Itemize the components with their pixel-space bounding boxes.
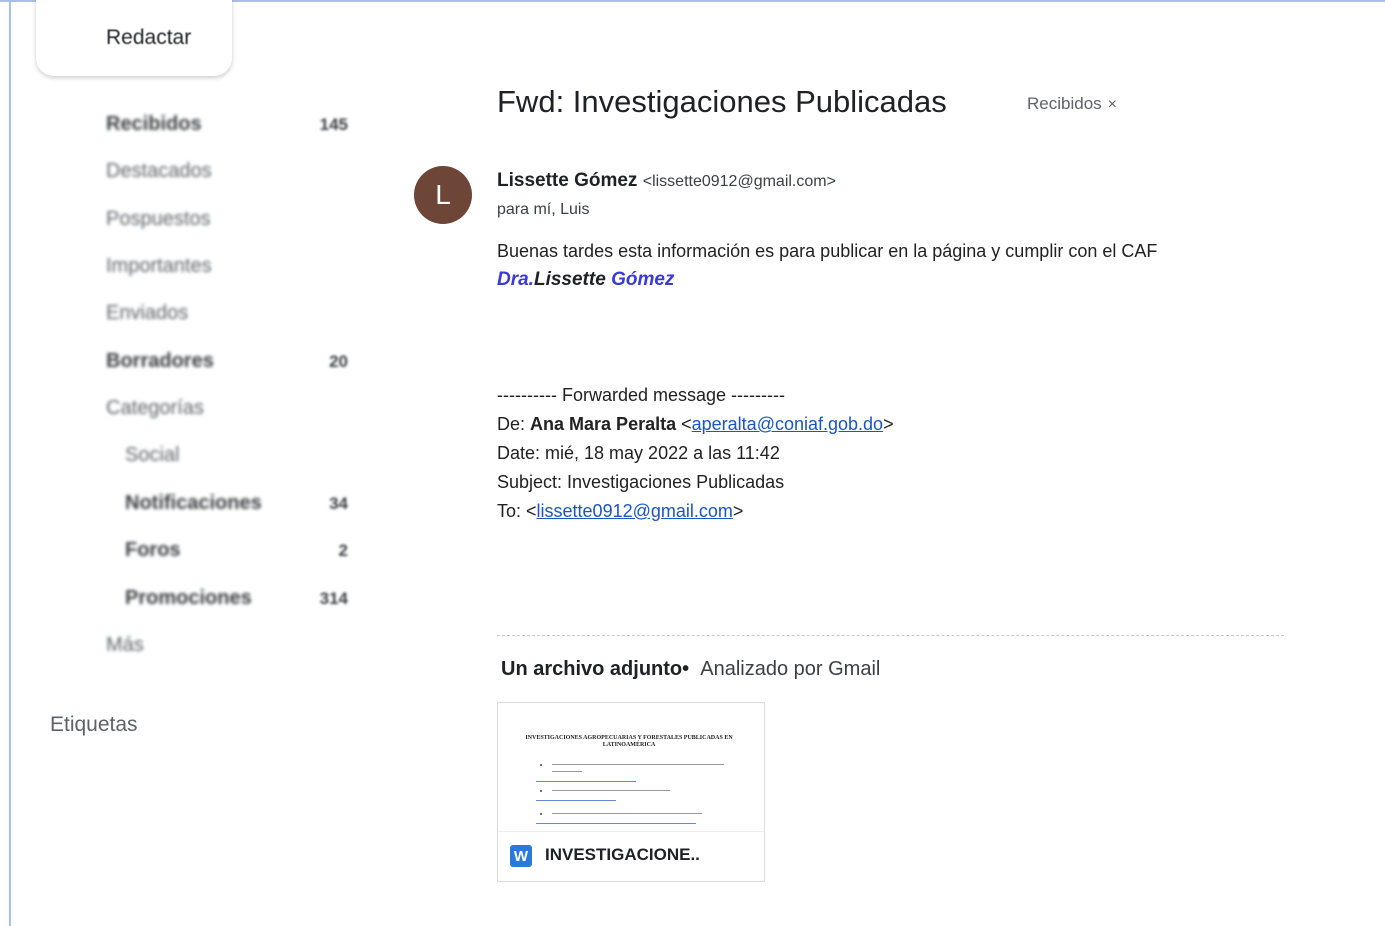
label-chip[interactable]: Recibidos × xyxy=(1027,94,1117,114)
attachment-file-name[interactable]: INVESTIGACIONE.. xyxy=(545,845,700,865)
attachments-scan-label: Analizado por Gmail xyxy=(700,658,881,680)
label-chip-text: Recibidos xyxy=(1027,94,1102,113)
email-subject: Fwd: Investigaciones Publicadas xyxy=(497,84,947,119)
forwarded-from-label: De: xyxy=(497,414,526,434)
labels-heading: Etiquetas xyxy=(50,713,138,736)
sidebar-item-label[interactable]: Foros xyxy=(125,539,181,562)
close-icon[interactable]: × xyxy=(1108,96,1117,113)
sidebar-item-label[interactable]: Borradores xyxy=(106,350,214,373)
sidebar-item-label[interactable]: Recibidos xyxy=(106,113,202,136)
sidebar-item-label[interactable]: Más xyxy=(106,634,144,657)
preview-text-line xyxy=(552,790,670,791)
preview-text-line xyxy=(552,764,724,765)
preview-text-line xyxy=(552,771,582,772)
forwarded-from-lt: < xyxy=(681,414,692,434)
preview-text-line xyxy=(552,813,702,814)
sidebar-item-count: 20 xyxy=(329,352,348,371)
sidebar-item-label[interactable]: Destacados xyxy=(106,160,212,183)
sidebar-item-label[interactable]: Importantes xyxy=(106,255,212,278)
forwarded-subject: Subject: Investigaciones Publicadas xyxy=(497,472,785,492)
preview-link-line xyxy=(536,800,616,801)
forwarded-separator: ---------- Forwarded message --------- xyxy=(497,385,785,405)
preview-bullet xyxy=(540,813,542,815)
forwarded-to-email-link[interactable]: lissette0912@gmail.com xyxy=(537,501,733,521)
sidebar-item-count: 145 xyxy=(319,115,348,134)
attachments-divider xyxy=(497,635,1284,636)
sidebar-item-label[interactable]: Social xyxy=(125,444,179,467)
attachments-heading: Un archivo adjunto• Analizado por Gmail xyxy=(501,658,880,681)
forwarded-from-gt: > xyxy=(883,414,894,434)
word-document-icon: W xyxy=(510,845,532,867)
sender-line: Lissette Gómez <lissette0912@gmail.com> xyxy=(497,170,836,192)
preview-link-line xyxy=(536,781,636,782)
forwarded-to-gt: > xyxy=(732,501,744,521)
attachments-separator: • xyxy=(682,658,690,680)
sidebar-item-label[interactable]: Enviados xyxy=(106,302,188,325)
email-body-text: Buenas tardes esta información es para p… xyxy=(497,241,1158,261)
forwarded-from-name: Ana Mara Peralta xyxy=(530,414,677,434)
forwarded-to-label: To: < xyxy=(497,501,537,521)
forwarded-from-email-link[interactable]: aperalta@coniaf.gob.do xyxy=(692,414,883,434)
attachment-card[interactable]: INVESTIGACIONES AGROPECUARIAS Y FORESTAL… xyxy=(497,702,765,882)
sidebar-item-label[interactable]: Notificaciones xyxy=(125,492,262,515)
sender-avatar[interactable]: L xyxy=(414,166,472,224)
forwarded-from: De: Ana Mara Peralta <aperalta@coniaf.go… xyxy=(497,414,894,435)
signature-last-name: Gómez xyxy=(611,269,675,290)
attachment-preview[interactable]: INVESTIGACIONES AGROPECUARIAS Y FORESTAL… xyxy=(498,703,764,831)
attachment-preview-title: INVESTIGACIONES AGROPECUARIAS Y FORESTAL… xyxy=(525,735,733,748)
attachments-count: Un archivo adjunto xyxy=(501,658,683,680)
forwarded-date: Date: mié, 18 may 2022 a las 11:42 xyxy=(497,443,780,463)
sender-name[interactable]: Lissette Gómez xyxy=(497,170,637,191)
signature-title: Dra. xyxy=(497,269,534,290)
preview-link-line xyxy=(536,823,696,824)
sidebar-item-count: 314 xyxy=(319,589,348,608)
sidebar-item-label[interactable]: Promociones xyxy=(125,587,252,610)
attachment-card-mask xyxy=(704,851,764,881)
sidebar-item-label[interactable]: Categorías xyxy=(106,397,204,420)
preview-bullet xyxy=(540,764,542,766)
forwarded-to: To: <lissette0912@gmail.com> xyxy=(497,501,743,522)
recipients[interactable]: para mí, Luis xyxy=(497,201,589,219)
sender-email: <lissette0912@gmail.com> xyxy=(642,173,836,190)
sidebar-item-count: 2 xyxy=(338,541,348,560)
preview-bullet xyxy=(540,790,542,792)
sidebar-item-label[interactable]: Pospuestos xyxy=(106,208,211,231)
compose-label: Redactar xyxy=(106,26,192,49)
sidebar-item-count: 34 xyxy=(329,494,348,513)
window-left-border xyxy=(9,0,11,926)
email-signature: Dra.Lissette Gómez xyxy=(497,269,674,291)
signature-first-name: Lissette xyxy=(533,269,606,290)
